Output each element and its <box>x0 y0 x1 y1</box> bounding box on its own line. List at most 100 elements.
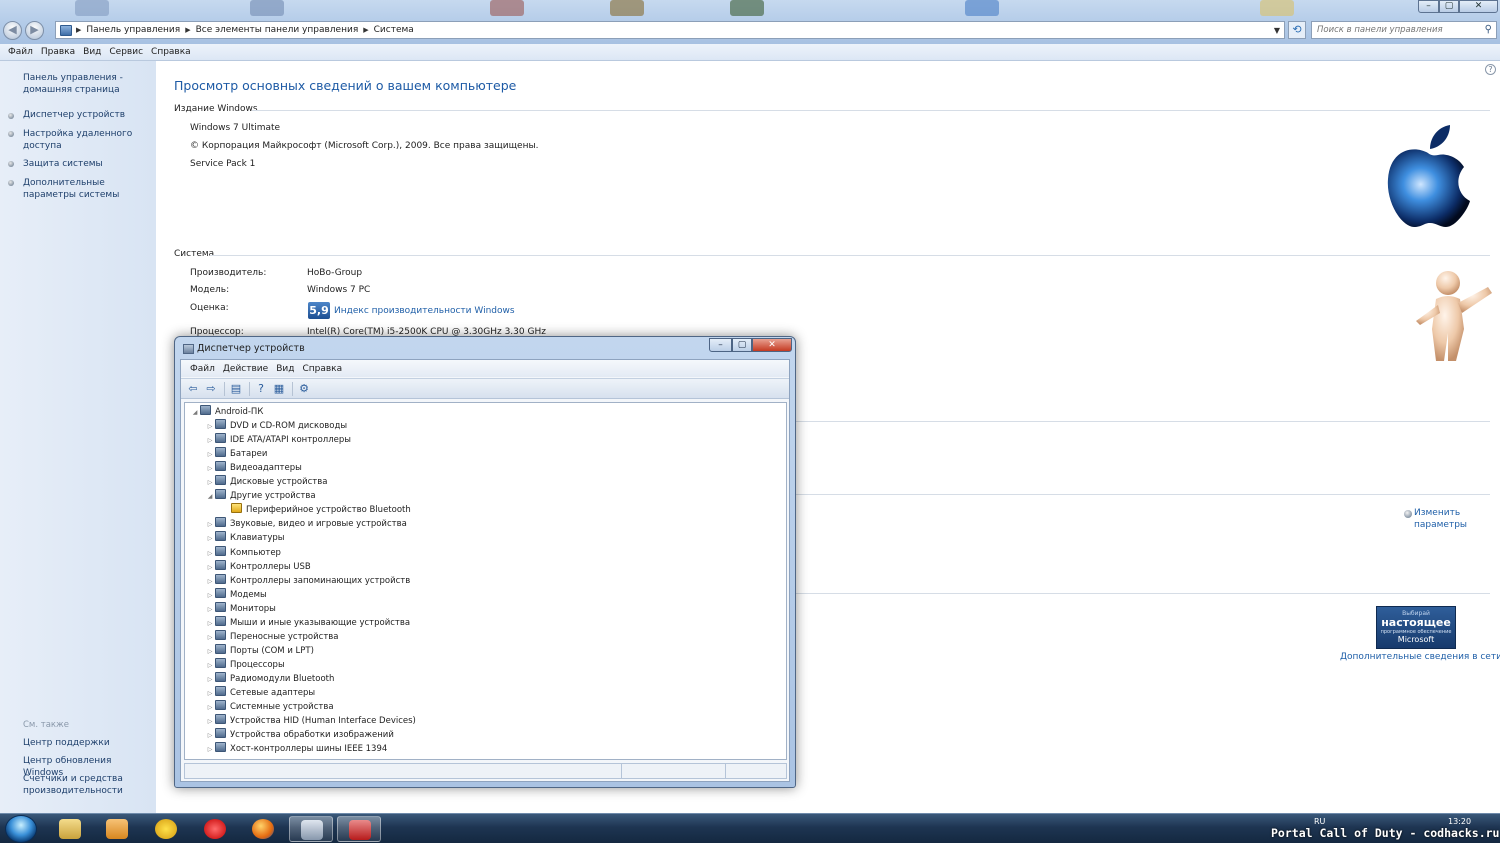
expand-arrow-icon[interactable]: ▷ <box>205 575 215 589</box>
collapse-arrow-icon[interactable]: ◢ <box>190 406 200 420</box>
tree-category[interactable]: ▷ Устройства HID (Human Interface Devices… <box>205 714 416 728</box>
dm-maximize-button[interactable]: ▢ <box>732 338 752 352</box>
tree-category[interactable]: ▷ Мониторы <box>205 601 276 617</box>
expand-arrow-icon[interactable]: ▷ <box>205 715 215 729</box>
tree-device[interactable]: Периферийное устройство Bluetooth <box>221 503 411 517</box>
collapse-arrow-icon[interactable]: ◢ <box>205 490 215 504</box>
tree-category[interactable]: ▷ Модемы <box>205 587 267 603</box>
expand-arrow-icon[interactable]: ▷ <box>205 617 215 631</box>
task-remote-settings[interactable]: Настройка удаленного доступа <box>23 128 151 152</box>
taskbar-opera[interactable] <box>193 816 237 842</box>
see-also-performance[interactable]: Счетчики и средства производительности <box>23 773 151 797</box>
menu-help[interactable]: Справка <box>147 47 195 57</box>
expand-arrow-icon[interactable]: ▷ <box>205 561 215 575</box>
clock[interactable]: 13:20 <box>1448 817 1471 826</box>
expand-arrow-icon[interactable]: ▷ <box>205 659 215 673</box>
menu-file[interactable]: Файл <box>4 47 37 57</box>
tree-category[interactable]: ▷ Компьютер <box>205 545 281 561</box>
device-manager-window[interactable]: Диспетчер устройств – ▢ ✕ Файл Действие … <box>174 336 796 788</box>
help-icon[interactable]: ? <box>1485 64 1496 75</box>
menu-edit[interactable]: Правка <box>37 47 79 57</box>
taskbar-control-panel[interactable] <box>289 816 333 842</box>
change-settings-link[interactable]: Изменить параметры <box>1404 507 1499 531</box>
tree-category[interactable]: ▷ Звуковые, видео и игровые устройства <box>205 517 407 531</box>
expand-arrow-icon[interactable]: ▷ <box>205 420 215 434</box>
expand-arrow-icon[interactable]: ▷ <box>205 547 215 561</box>
tree-category[interactable]: ▷ Мыши и иные указывающие устройства <box>205 615 410 631</box>
breadcrumb-all-items[interactable]: Все элементы панели управления <box>191 25 364 35</box>
tree-category[interactable]: ▷ Порты (COM и LPT) <box>205 643 314 659</box>
maximize-button[interactable]: ▢ <box>1439 0 1459 13</box>
breadcrumb-control-panel[interactable]: Панель управления <box>81 25 185 35</box>
back-arrow-icon[interactable]: ⇦ <box>185 382 201 396</box>
expand-arrow-icon[interactable]: ▷ <box>205 448 215 462</box>
expand-arrow-icon[interactable]: ▷ <box>205 673 215 687</box>
tree-category[interactable]: ▷ Системные устройства <box>205 700 334 714</box>
expand-arrow-icon[interactable]: ▷ <box>205 743 215 757</box>
expand-arrow-icon[interactable]: ▷ <box>205 462 215 476</box>
tree-category[interactable]: ▷ Батареи <box>205 447 267 461</box>
tree-category[interactable]: ▷ Устройства обработки изображений <box>205 728 394 742</box>
dm-menu-action[interactable]: Действие <box>219 364 272 374</box>
task-system-protection[interactable]: Защита системы <box>23 158 151 170</box>
task-advanced-settings[interactable]: Дополнительные параметры системы <box>23 177 151 201</box>
taskbar-firefox[interactable] <box>241 816 285 842</box>
dm-menu-help[interactable]: Справка <box>298 364 346 374</box>
expand-arrow-icon[interactable]: ▷ <box>205 729 215 743</box>
tree-category[interactable]: ▷ DVD и CD-ROM дисководы <box>205 419 347 433</box>
dm-close-button[interactable]: ✕ <box>752 338 792 352</box>
close-button[interactable]: ✕ <box>1459 0 1498 13</box>
back-button[interactable]: ◀ <box>3 21 22 40</box>
menu-view[interactable]: Вид <box>79 47 105 57</box>
expand-arrow-icon[interactable]: ▷ <box>205 476 215 490</box>
taskbar-app[interactable] <box>144 816 188 842</box>
tree-root[interactable]: ◢ Android-ПК <box>190 405 263 419</box>
genuine-microsoft-badge[interactable]: Выбирай настоящее программное обеспечени… <box>1376 606 1456 649</box>
forward-button[interactable]: ▶ <box>25 21 44 40</box>
dm-menu-view[interactable]: Вид <box>272 364 298 374</box>
tree-category[interactable]: ▷ Переносные устройства <box>205 629 339 645</box>
expand-arrow-icon[interactable]: ▷ <box>205 589 215 603</box>
performance-index-link[interactable]: Индекс производительности Windows <box>334 306 515 316</box>
taskbar-explorer[interactable] <box>48 816 92 842</box>
change-settings-label[interactable]: Изменить параметры <box>1414 507 1499 531</box>
control-panel-home-link[interactable]: Панель управления - домашняя страница <box>23 72 151 96</box>
expand-arrow-icon[interactable]: ▷ <box>205 631 215 645</box>
minimize-button[interactable]: – <box>1418 0 1439 13</box>
start-button[interactable] <box>5 815 37 843</box>
expand-arrow-icon[interactable]: ▷ <box>205 434 215 448</box>
taskbar-device-manager[interactable] <box>337 816 381 842</box>
properties-icon[interactable]: ▦ <box>271 382 287 396</box>
expand-arrow-icon[interactable]: ▷ <box>205 645 215 659</box>
dm-minimize-button[interactable]: – <box>709 338 732 352</box>
forward-arrow-icon[interactable]: ⇨ <box>203 382 219 396</box>
taskbar-media-player[interactable] <box>95 816 139 842</box>
tree-category[interactable]: ▷ Видеоадаптеры <box>205 461 302 475</box>
tree-category[interactable]: ▷ Сетевые адаптеры <box>205 686 315 700</box>
expand-arrow-icon[interactable]: ▷ <box>205 603 215 617</box>
see-also-action-center[interactable]: Центр поддержки <box>23 737 151 749</box>
tree-category[interactable]: ▷ Радиомодули Bluetooth <box>205 671 334 687</box>
expand-arrow-icon[interactable]: ▷ <box>205 518 215 532</box>
tree-category[interactable]: ▷ Контроллеры запоминающих устройств <box>205 573 410 589</box>
dm-menu-file[interactable]: Файл <box>186 364 219 374</box>
expand-arrow-icon[interactable]: ▷ <box>205 701 215 715</box>
tree-category[interactable]: ▷ Контроллеры USB <box>205 559 311 575</box>
search-input[interactable] <box>1312 22 1472 38</box>
more-info-online-link[interactable]: Дополнительные сведения в сети... <box>1340 652 1500 662</box>
address-dropdown-icon[interactable]: ▼ <box>1270 26 1284 35</box>
tree-category[interactable]: ◢ Другие устройства <box>205 489 316 503</box>
show-hide-console-tree-icon[interactable]: ▤ <box>228 382 244 396</box>
search-box[interactable]: ⚲ <box>1311 21 1497 39</box>
tree-category[interactable]: ▷ Хост-контроллеры шины IEEE 1394 <box>205 742 387 756</box>
task-device-manager[interactable]: Диспетчер устройств <box>23 109 151 121</box>
tree-category[interactable]: ▷ IDE ATA/ATAPI контроллеры <box>205 433 351 447</box>
menu-tools[interactable]: Сервис <box>105 47 147 57</box>
expand-arrow-icon[interactable]: ▷ <box>205 687 215 701</box>
breadcrumb-system[interactable]: Система <box>369 25 419 35</box>
expand-arrow-icon[interactable]: ▷ <box>205 532 215 546</box>
refresh-button[interactable]: ⟲ <box>1288 21 1306 39</box>
tree-category[interactable]: ▷ Процессоры <box>205 657 285 673</box>
tree-category[interactable]: ▷ Дисковые устройства <box>205 475 327 489</box>
language-indicator[interactable]: RU <box>1314 817 1325 826</box>
